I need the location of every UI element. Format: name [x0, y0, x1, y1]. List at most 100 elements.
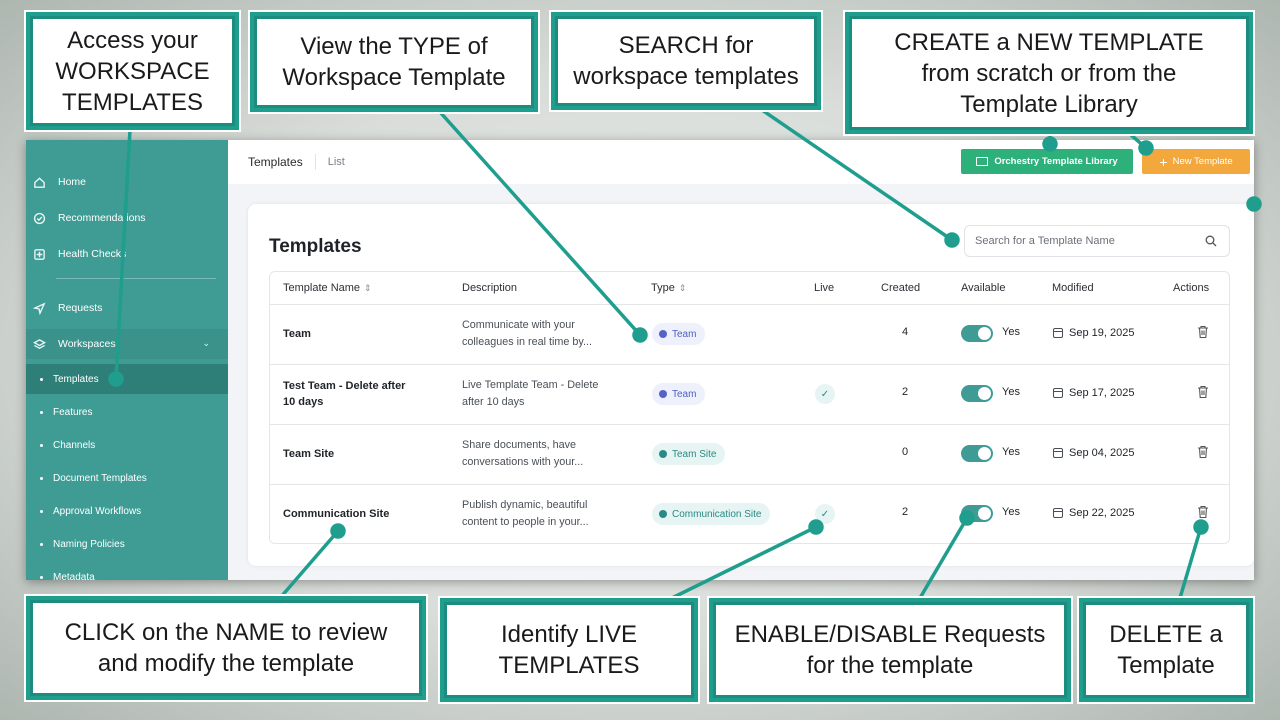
available-toggle[interactable]: [961, 385, 993, 402]
callout-line: ENABLE/DISABLE Requests: [734, 621, 1046, 648]
column-label: Created: [881, 282, 921, 294]
callout-delete-template: DELETE a Template: [1077, 596, 1255, 704]
template-name-link[interactable]: Team: [283, 326, 311, 342]
template-name-line: Test Team - Delete after: [283, 380, 406, 392]
available-toggle[interactable]: [961, 445, 993, 462]
calendar-icon: [1053, 508, 1063, 518]
bullet-icon: [40, 575, 43, 579]
description-line: Live Template Team - Delete: [462, 379, 599, 391]
bullet-icon: [40, 542, 43, 546]
available-toggle[interactable]: [961, 325, 993, 342]
column-header-modified: Modified: [1052, 272, 1094, 304]
sidebar-item-label: Workspaces: [58, 338, 116, 350]
created-count: 2: [902, 506, 909, 518]
row-divider: [270, 484, 1229, 485]
callout-line: Template Library: [960, 90, 1138, 118]
bullet-icon: [40, 509, 43, 513]
created-count: 0: [902, 446, 909, 458]
description-line: content to people in your...: [462, 516, 589, 528]
description-line: colleagues in real time by...: [462, 336, 593, 348]
sidebar-subitem-label: Document Templates: [53, 472, 147, 484]
tab-list[interactable]: List: [328, 156, 345, 168]
modified-date: Sep 22, 2025: [1053, 507, 1134, 519]
callout-access-templates: Access your WORKSPACE TEMPLATES: [24, 10, 241, 132]
app-window: Home Recommendations Health Checks Reque…: [26, 140, 1254, 580]
description-line: after 10 days: [462, 396, 525, 408]
available-label: Yes: [1002, 386, 1020, 398]
delete-icon[interactable]: [1197, 325, 1209, 339]
type-label: Team: [672, 328, 697, 340]
callout-line: DELETE a: [1109, 621, 1223, 648]
template-library-label: Orchestry Template Library: [994, 156, 1118, 167]
callout-create-template: CREATE a NEW TEMPLATE from scratch or fro…: [843, 10, 1255, 136]
column-header-available: Available: [961, 272, 1005, 304]
template-description: Live Template Team - Delete after 10 days: [462, 377, 598, 411]
sidebar-item-requests[interactable]: Requests: [26, 293, 228, 323]
modified-date: Sep 17, 2025: [1053, 387, 1134, 399]
callout-line: from scratch or from the: [921, 59, 1177, 87]
sidebar-subitem-metadata[interactable]: Metadata: [26, 562, 228, 580]
health-icon: [32, 247, 46, 261]
chevron-down-icon[interactable]: ⌄: [202, 338, 210, 349]
sort-icon: ⇕: [364, 282, 372, 293]
callout-line: WORKSPACE: [55, 57, 210, 85]
row-divider: [270, 304, 1229, 305]
column-header-type[interactable]: Type ⇕: [651, 272, 686, 304]
column-header-description: Description: [462, 272, 517, 304]
callout-line: and modify the template: [97, 650, 355, 677]
search-input[interactable]: Search for a Template Name: [964, 225, 1230, 257]
teams-icon: [659, 390, 667, 398]
template-name-line: 10 days: [283, 396, 324, 408]
description-line: conversations with your...: [462, 456, 584, 468]
delete-icon[interactable]: [1197, 385, 1209, 399]
callout-line: TEMPLATES: [62, 88, 203, 116]
modified-date: Sep 19, 2025: [1053, 327, 1134, 339]
tab-templates[interactable]: Templates: [248, 155, 303, 169]
new-template-button[interactable]: + New Template: [1142, 149, 1250, 174]
bullet-icon: [40, 476, 43, 480]
column-label: Live: [814, 282, 835, 294]
sidebar-subitem-document-templates[interactable]: Document Templates: [26, 463, 228, 493]
available-label: Yes: [1002, 446, 1020, 458]
callout-line: Workspace Template: [282, 64, 506, 91]
bullet-icon: [40, 443, 43, 447]
sidebar-subitem-naming-policies[interactable]: Naming Policies: [26, 529, 228, 559]
sidebar-item-label: Recommendations: [58, 212, 146, 224]
delete-icon[interactable]: [1197, 505, 1209, 519]
sidebar-item-workspaces[interactable]: Workspaces ⌄: [26, 329, 228, 359]
column-header-created: Created: [881, 272, 920, 304]
sidebar-subitem-label: Templates: [53, 373, 99, 385]
type-badge-team-site: Team Site: [652, 443, 726, 465]
sidebar-divider: [56, 278, 216, 279]
template-name-link[interactable]: Team Site: [283, 446, 334, 462]
callout-enable-disable: ENABLE/DISABLE Requests for the template: [707, 596, 1073, 704]
sidebar-subitem-label: Approval Workflows: [53, 505, 142, 517]
modified-date-text: Sep 22, 2025: [1069, 507, 1135, 519]
template-library-button[interactable]: Orchestry Template Library: [961, 149, 1133, 174]
row-divider: [270, 364, 1229, 365]
sidebar-subitem-features[interactable]: Features: [26, 397, 228, 427]
sidebar-subitem-templates[interactable]: Templates: [26, 364, 228, 394]
sidebar-subitem-channels[interactable]: Channels: [26, 430, 228, 460]
delete-icon[interactable]: [1197, 445, 1209, 459]
sort-icon: ⇕: [678, 282, 687, 293]
callout-search: SEARCH for workspace templates: [549, 10, 823, 112]
description-line: Communicate with your: [462, 319, 575, 331]
sidebar-item-label: Health Checks: [58, 248, 127, 260]
available-toggle[interactable]: [961, 505, 993, 522]
sidebar-subitem-approval-workflows[interactable]: Approval Workflows: [26, 496, 228, 526]
type-badge-team: Team: [652, 383, 706, 405]
callout-view-type: View the TYPE of Workspace Template: [248, 10, 540, 114]
sidebar-item-recommendations[interactable]: Recommendations: [26, 203, 228, 233]
search-icon: [1205, 235, 1217, 247]
sidebar-item-label: Home: [58, 176, 87, 188]
live-check-icon: ✓: [815, 384, 835, 404]
created-count: 4: [902, 326, 909, 338]
sidebar-item-label: Requests: [58, 302, 103, 314]
template-name-link[interactable]: Test Team - Delete after 10 days: [283, 378, 405, 410]
callout-line: workspace templates: [573, 63, 799, 90]
column-header-name[interactable]: Template Name ⇕: [283, 272, 372, 304]
template-name-link[interactable]: Communication Site: [283, 506, 389, 522]
sidebar-item-health-checks[interactable]: Health Checks: [26, 239, 228, 269]
sidebar-item-home[interactable]: Home: [26, 167, 228, 197]
